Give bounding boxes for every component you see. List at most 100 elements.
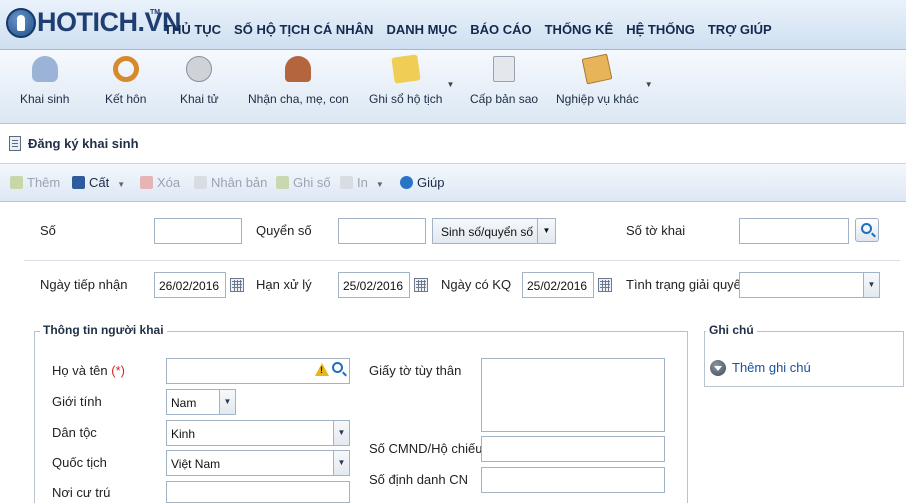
noi-cu-tru-input[interactable] xyxy=(166,481,350,503)
certificate-icon xyxy=(581,53,613,85)
chevron-down-icon[interactable]: ▼ xyxy=(645,80,653,89)
so-input[interactable] xyxy=(154,218,242,244)
calendar-icon[interactable] xyxy=(414,278,428,292)
chevron-down-icon[interactable]: ▼ xyxy=(376,180,384,189)
tool-khai-sinh[interactable]: Khai sinh xyxy=(20,56,69,106)
chevron-down-icon[interactable]: ▼ xyxy=(446,80,454,89)
quoc-tich-select[interactable]: Việt Nam ▼ xyxy=(166,450,350,476)
tool-label: Khai tử xyxy=(180,92,219,106)
quoc-tich-value: Việt Nam xyxy=(171,457,221,471)
calendar-icon[interactable] xyxy=(230,278,244,292)
nhan-ban-button[interactable]: Nhân bản xyxy=(194,175,267,190)
tool-label: Cấp bản sao xyxy=(470,92,539,106)
giup-label: Giúp xyxy=(417,175,445,190)
search-button[interactable] xyxy=(855,218,879,242)
menu-thong-ke[interactable]: THỐNG KÊ xyxy=(545,22,620,37)
ghi-so-button[interactable]: Ghi số xyxy=(276,175,331,190)
search-icon[interactable] xyxy=(332,362,343,373)
app-logo[interactable]: HOTICH.VN TM xyxy=(6,6,182,42)
ngay-tiep-nhan-input[interactable]: 26/02/2016 xyxy=(154,272,226,298)
family-icon xyxy=(285,56,312,82)
gioi-tinh-select[interactable]: Nam ▼ xyxy=(166,389,236,415)
help-icon xyxy=(400,176,413,189)
giup-button[interactable]: Giúp xyxy=(400,175,444,190)
copy-document-icon xyxy=(493,56,516,82)
so-to-khai-input[interactable] xyxy=(739,218,849,244)
sinh-so-quyen-so-button[interactable]: Sinh số/quyển số ▼ xyxy=(432,218,556,244)
add-document-icon xyxy=(10,176,23,189)
tool-ket-hon[interactable]: Kết hôn xyxy=(105,56,146,106)
ghi-chu-legend: Ghi chú xyxy=(706,323,757,337)
giay-to-textarea[interactable] xyxy=(481,358,665,432)
ho-ten-label: Họ và tên (*) xyxy=(52,363,125,378)
gioi-tinh-value: Nam xyxy=(171,396,197,410)
tool-label: Nhận cha, mẹ, con xyxy=(248,92,349,106)
required-mark: (*) xyxy=(111,363,125,378)
cat-label: Cất xyxy=(89,175,110,190)
main-menu: THỦ TỤC SỔ HỘ TỊCH CÁ NHÂN DANH MỤC BÁO … xyxy=(164,22,785,37)
tool-label: Khai sinh xyxy=(20,92,70,106)
top-menu-bar: HOTICH.VN TM THỦ TỤC SỔ HỘ TỊCH CÁ NHÂN … xyxy=(0,0,906,50)
ho-ten-text: Họ và tên xyxy=(52,363,108,378)
han-xu-ly-input[interactable]: 25/02/2016 xyxy=(338,272,410,298)
menu-tro-giup[interactable]: TRỢ GIÚP xyxy=(708,22,778,37)
so-label: Số xyxy=(40,223,56,238)
warning-icon xyxy=(315,363,329,376)
ghi-chu-fieldset xyxy=(704,331,904,387)
chevron-down-icon[interactable]: ▼ xyxy=(333,421,349,445)
in-button[interactable]: In ▼ xyxy=(340,175,384,190)
tool-label: Ghi sổ hộ tịch xyxy=(369,92,443,106)
tool-label: Nghiệp vụ khác xyxy=(556,92,639,106)
them-label: Thêm xyxy=(27,175,61,190)
quoc-tich-label: Quốc tịch xyxy=(52,455,107,470)
divider xyxy=(24,260,900,261)
tool-nghiep-vu-khac[interactable]: Nghiệp vụ khác ▼ xyxy=(556,53,653,106)
pencil-icon xyxy=(276,176,289,189)
tool-ghi-so-ho-tich[interactable]: Ghi sổ hộ tịch ▼ xyxy=(369,54,454,106)
chevron-down-icon[interactable]: ▼ xyxy=(219,390,235,414)
cmnd-label: Số CMND/Hộ chiếu xyxy=(369,441,483,456)
gioi-tinh-label: Giới tính xyxy=(52,394,102,409)
ngay-co-kq-input[interactable]: 25/02/2016 xyxy=(522,272,594,298)
tool-cap-ban-sao[interactable]: Cấp bản sao xyxy=(470,56,538,106)
rings-icon xyxy=(112,56,139,82)
cmnd-input[interactable] xyxy=(481,436,665,462)
dinh-danh-label: Số định danh CN xyxy=(369,472,469,487)
cat-button[interactable]: Cất ▼ xyxy=(72,175,125,190)
them-ghi-chu-link[interactable]: Thêm ghi chú xyxy=(732,360,811,375)
dan-toc-label: Dân tộc xyxy=(52,425,97,440)
ngay-co-kq-label: Ngày có KQ xyxy=(441,277,512,292)
form-document-icon xyxy=(9,136,21,151)
menu-danh-muc[interactable]: DANH MỤC xyxy=(386,22,463,37)
menu-bao-cao[interactable]: BÁO CÁO xyxy=(470,22,537,37)
tool-nhan-cha-me-con[interactable]: Nhận cha, mẹ, con xyxy=(248,56,349,106)
page-title: Đăng ký khai sinh xyxy=(28,136,139,151)
menu-he-thong[interactable]: HỆ THỐNG xyxy=(626,22,701,37)
logo-person-icon xyxy=(6,8,36,38)
delete-icon xyxy=(140,176,153,189)
them-button[interactable]: Thêm xyxy=(10,175,60,190)
so-to-khai-label: Số tờ khai xyxy=(626,223,686,238)
ngay-tiep-nhan-label: Ngày tiếp nhận xyxy=(40,277,128,292)
chevron-down-icon[interactable]: ▼ xyxy=(117,180,125,189)
save-disk-icon xyxy=(72,176,85,189)
tool-khai-tu[interactable]: Khai tử xyxy=(180,56,219,106)
printer-icon xyxy=(340,176,353,189)
menu-so-ho-tich-ca-nhan[interactable]: SỔ HỘ TỊCH CÁ NHÂN xyxy=(234,22,379,37)
xoa-button[interactable]: Xóa xyxy=(140,175,180,190)
dinh-danh-input[interactable] xyxy=(481,467,665,493)
duplicate-icon xyxy=(194,176,207,189)
calendar-icon[interactable] xyxy=(598,278,612,292)
chevron-down-icon[interactable]: ▼ xyxy=(333,451,349,475)
sinh-so-label: Sinh số/quyển số xyxy=(441,225,534,239)
dan-toc-select[interactable]: Kinh ▼ xyxy=(166,420,350,446)
chevron-down-icon[interactable]: ▼ xyxy=(863,273,879,297)
expand-circle-icon[interactable] xyxy=(710,360,726,376)
menu-thu-tuc[interactable]: THỦ TỤC xyxy=(164,22,227,37)
chevron-down-icon[interactable]: ▼ xyxy=(537,219,555,243)
page-title-bar: Đăng ký khai sinh xyxy=(0,124,906,164)
quyen-so-input[interactable] xyxy=(338,218,426,244)
action-toolbar: Thêm Cất ▼ Xóa Nhân bản Ghi số In ▼ Giúp xyxy=(0,164,906,202)
tinh-trang-select[interactable]: ▼ xyxy=(739,272,880,298)
nguoi-khai-legend: Thông tin người khai xyxy=(40,323,167,337)
